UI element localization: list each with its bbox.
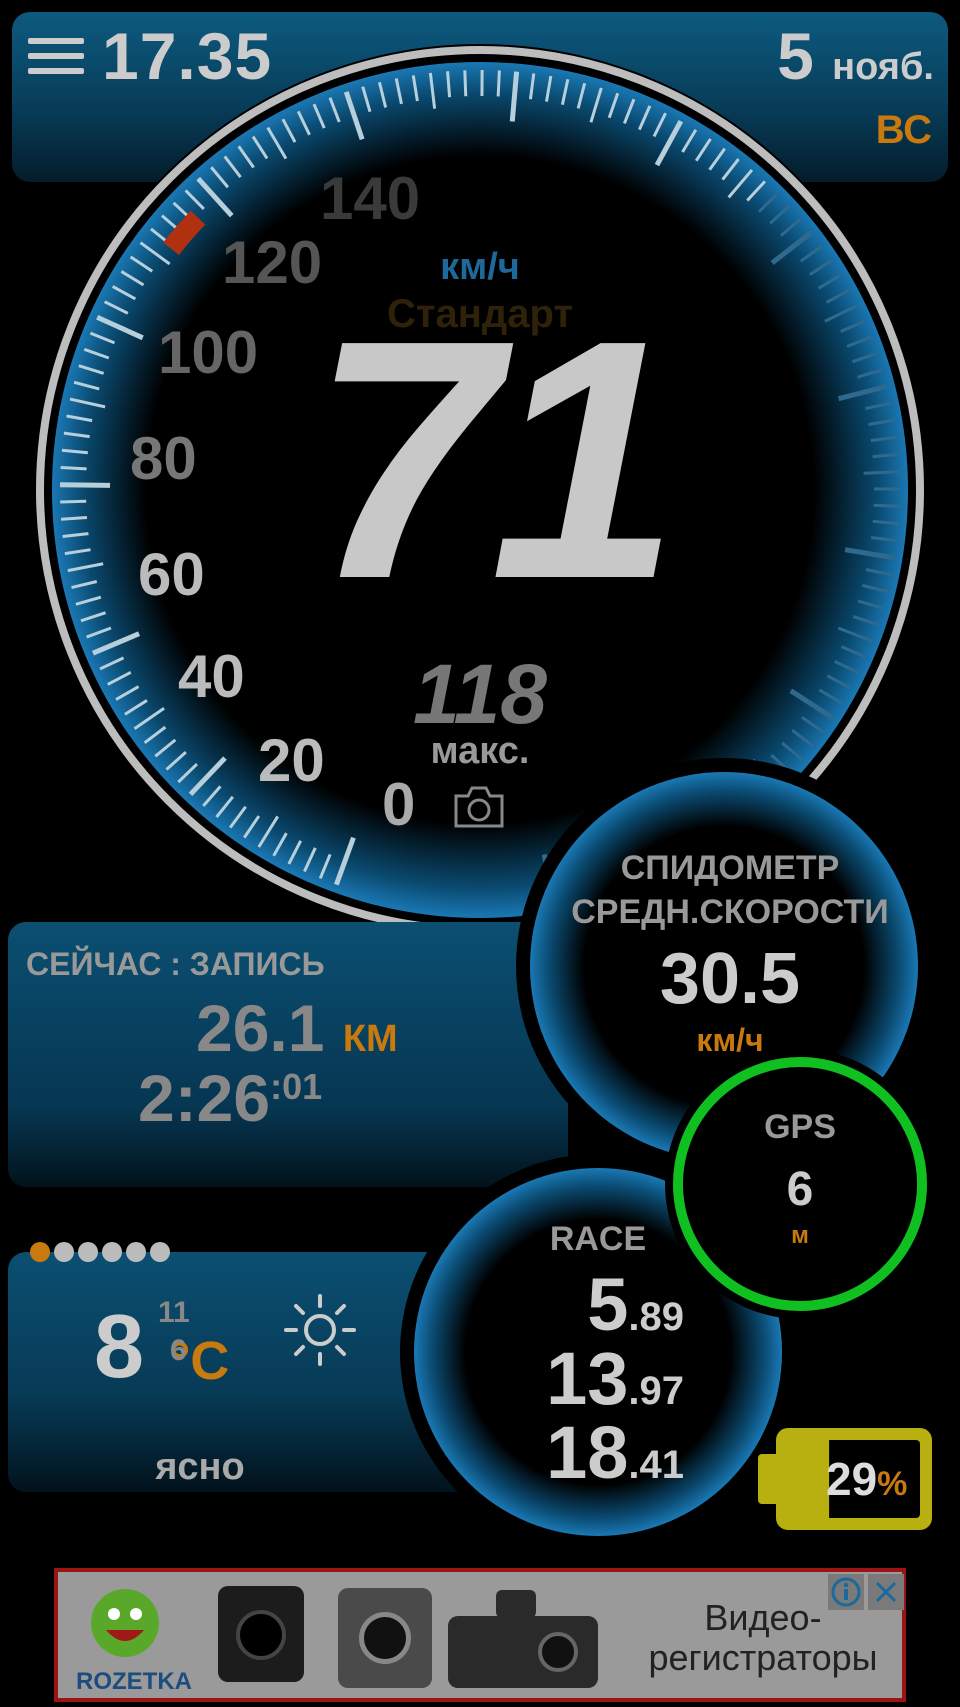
trip-time-seconds: :01 <box>270 1066 323 1107</box>
gauge-tick <box>446 71 452 98</box>
scale-label-20: 20 <box>258 727 325 794</box>
trip-distance-value: 26.1 <box>196 991 325 1065</box>
ad-text: Видео-регистраторы <box>628 1598 898 1678</box>
page-indicator[interactable] <box>30 1242 174 1266</box>
menu-icon[interactable] <box>28 38 84 80</box>
gps-accuracy: 6 <box>786 1163 814 1216</box>
sun-icon <box>284 1294 356 1366</box>
ad-close-icon[interactable] <box>868 1574 904 1610</box>
current-speed: 71 <box>310 270 679 650</box>
page-dot[interactable] <box>150 1242 170 1262</box>
dashcam-product-1 <box>218 1586 304 1682</box>
avg-speed-title: СПИДОМЕТР СРЕДН.СКОРОСТИ <box>560 846 900 934</box>
max-speed: 118 <box>413 647 547 741</box>
race-row-3-dec: .41 <box>628 1443 684 1487</box>
trip-title: СЕЙЧАС : ЗАПИСЬ <box>26 946 325 982</box>
scale-label-40: 40 <box>178 643 245 710</box>
camera-icon[interactable] <box>452 784 506 830</box>
ad-info-icon[interactable] <box>828 1574 864 1610</box>
battery-percent: % <box>877 1465 908 1503</box>
avg-speed-title-line1: СПИДОМЕТР <box>620 849 840 887</box>
rozetka-logo <box>91 1589 159 1657</box>
ad-brand: ROZETKA <box>76 1668 192 1695</box>
race-label: RACE <box>549 1220 647 1258</box>
race-row-3-main: 18 <box>546 1411 629 1494</box>
race-row-2-main: 13 <box>546 1337 629 1420</box>
scale-label-100: 100 <box>158 319 259 386</box>
temperature-max: 11 <box>158 1296 190 1329</box>
scale-label-140: 140 <box>320 165 421 232</box>
clock: 17.35 <box>102 19 273 93</box>
gauge-tick <box>863 470 900 475</box>
race-row-1-main: 5 <box>587 1263 629 1346</box>
gauge-tick <box>60 515 88 521</box>
page-dot[interactable] <box>78 1242 98 1262</box>
race-row: 5.89 <box>454 1262 684 1347</box>
gauge-tick <box>872 519 899 525</box>
trip-distance-unit: КМ <box>342 1018 398 1060</box>
dashcam-product-3 <box>448 1590 598 1688</box>
scale-label-120: 120 <box>222 229 323 296</box>
date-day: 5 <box>777 19 814 93</box>
page-dot[interactable] <box>54 1242 74 1262</box>
temperature-unit: 6°C <box>169 1330 230 1392</box>
gauge-tick <box>496 70 501 97</box>
page-dot[interactable] <box>102 1242 122 1262</box>
trip-distance: 26.1 КМ <box>196 990 398 1066</box>
ad-text-line2: регистраторы <box>648 1637 878 1678</box>
weekday: ВС <box>875 108 932 152</box>
weather-condition: ясно <box>155 1446 245 1488</box>
battery-level: 29% <box>826 1452 907 1506</box>
temperature: 8 <box>94 1297 145 1397</box>
gauge-tick <box>60 465 87 471</box>
gps-label: GPS <box>764 1108 836 1146</box>
gauge-tick <box>60 482 111 488</box>
temperature-min-inline: 6 <box>170 1334 187 1367</box>
trip-time: 2:26:01 <box>138 1060 322 1136</box>
trip-time-main: 2:26 <box>138 1061 271 1135</box>
race-row-2-dec: .97 <box>628 1369 684 1413</box>
page-dot[interactable] <box>30 1242 50 1262</box>
gauge-tick <box>463 70 468 97</box>
gps-unit: м <box>791 1222 809 1249</box>
avg-speed-title-line2: СРЕДН.СКОРОСТИ <box>571 893 889 931</box>
ad-banner[interactable]: ROZETKA Видео-регистраторы <box>54 1568 906 1702</box>
scale-label-80: 80 <box>130 425 197 492</box>
race-row: 18.41 <box>454 1410 684 1495</box>
scale-label-60: 60 <box>138 541 205 608</box>
race-row: 13.97 <box>454 1336 684 1421</box>
battery-level-value: 29 <box>826 1453 878 1505</box>
gauge-tick <box>873 503 900 508</box>
page-dot[interactable] <box>126 1242 146 1262</box>
gauge-tick <box>60 499 87 504</box>
dashcam-product-2 <box>338 1588 432 1688</box>
scale-label-0: 0 <box>382 771 416 838</box>
date-month: нояб. <box>832 46 934 88</box>
date: 5 нояб. <box>777 18 934 94</box>
avg-speed-value: 30.5 <box>659 939 801 1019</box>
